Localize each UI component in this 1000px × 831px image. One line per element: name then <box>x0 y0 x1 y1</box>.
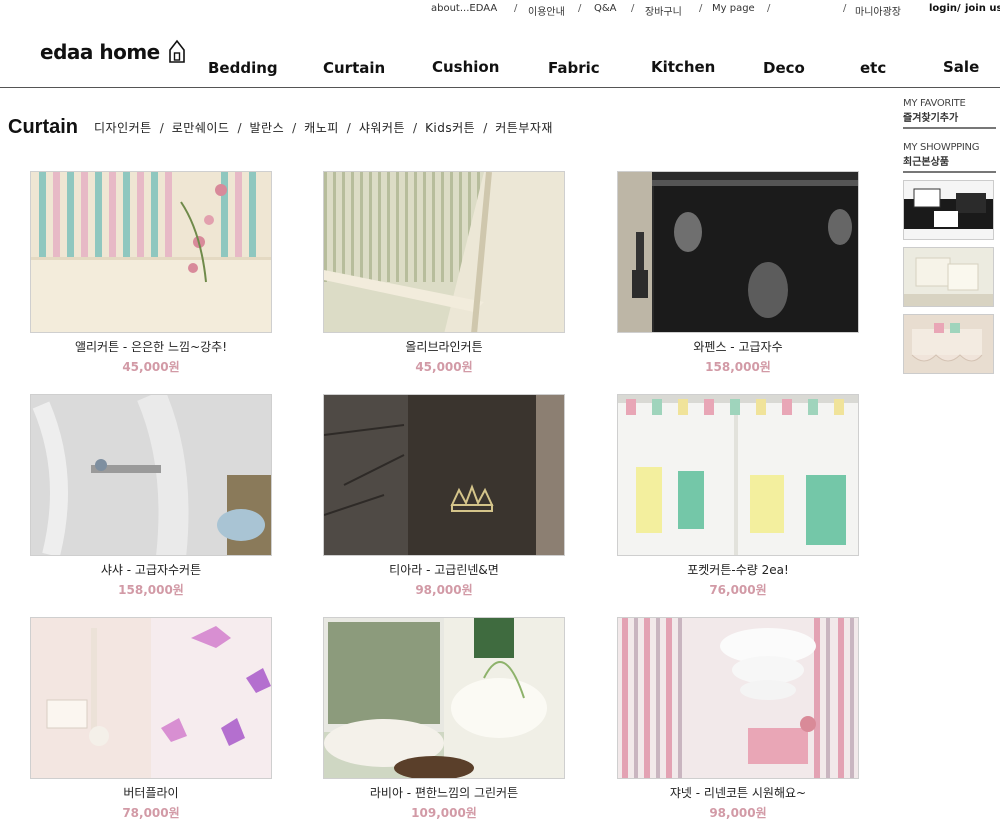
nav-sale[interactable]: Sale <box>943 58 979 76</box>
product-card: 쟈넷 - 리넨코튼 시원해요~ 98,000원 <box>617 617 859 821</box>
header-divider <box>0 87 1000 88</box>
nav-curtain[interactable]: Curtain <box>323 59 385 77</box>
subcategory-nav: 디자인커튼 / 로만쉐이드 / 발란스 / 캐노피 / 샤워커튼 / Kids커튼 / 커튼부자재 <box>94 119 553 136</box>
product-card: 앨리커튼 - 은은한 느낌~강추! 45,000원 <box>30 171 272 375</box>
product-name[interactable]: 앨리커튼 - 은은한 느낌~강추! <box>30 338 272 355</box>
sub-design-curtain[interactable]: 디자인커튼 <box>94 121 152 135</box>
recent-viewed-header: MY SHOWPPING 최근본상품 <box>903 142 996 168</box>
sub-canopy[interactable]: 캐노피 <box>304 121 339 135</box>
separator: / <box>699 3 703 14</box>
nav-deco[interactable]: Deco <box>763 59 805 77</box>
product-name[interactable]: 버터플라이 <box>30 784 272 801</box>
product-price: 109,000원 <box>411 806 477 820</box>
separator: / <box>237 121 242 135</box>
nav-etc[interactable]: etc <box>860 59 886 77</box>
product-card: 샤샤 - 고급자수커튼 158,000원 <box>30 394 272 598</box>
product-price: 78,000원 <box>122 806 180 820</box>
separator: / <box>957 3 961 14</box>
product-card: 티아라 - 고급린넨&면 98,000원 <box>323 394 565 598</box>
product-image[interactable] <box>323 394 565 556</box>
mania-link[interactable]: 마니아광장 <box>855 3 901 18</box>
sub-roman-shade[interactable]: 로만쉐이드 <box>172 121 230 135</box>
product-price: 45,000원 <box>415 360 473 374</box>
separator: / <box>767 3 771 14</box>
product-name[interactable]: 샤샤 - 고급자수커튼 <box>30 561 272 578</box>
product-image[interactable] <box>30 394 272 556</box>
product-price: 158,000원 <box>705 360 771 374</box>
product-name[interactable]: 쟈넷 - 리넨코튼 시원해요~ <box>617 784 859 801</box>
qna-link[interactable]: Q&A <box>594 3 617 14</box>
section-title: Curtain <box>8 116 78 138</box>
sub-curtain-accessories[interactable]: 커튼부자재 <box>495 121 553 135</box>
sub-kids-curtain[interactable]: Kids커튼 <box>425 121 475 135</box>
product-card: 포켓커튼-수량 2ea! 76,000원 <box>617 394 859 598</box>
separator: / <box>483 121 488 135</box>
top-utility-links: about...EDAA / 이용안내 / Q&A / 장바구니 / My pa… <box>0 3 1000 19</box>
favorite-label-ko: 즐겨찾기추가 <box>903 113 959 124</box>
separator: / <box>292 121 297 135</box>
guide-link[interactable]: 이용안내 <box>528 3 565 18</box>
side-divider <box>903 171 996 173</box>
nav-fabric[interactable]: Fabric <box>548 59 600 77</box>
about-link[interactable]: about...EDAA <box>431 3 497 14</box>
product-price: 45,000원 <box>122 360 180 374</box>
nav-bedding[interactable]: Bedding <box>208 59 278 77</box>
product-card: 라비아 - 편한느낌의 그린커튼 109,000원 <box>323 617 565 821</box>
separator: / <box>514 3 518 14</box>
product-image[interactable] <box>30 617 272 779</box>
sub-shower-curtain[interactable]: 샤워커튼 <box>359 121 405 135</box>
separator: / <box>413 121 418 135</box>
login-link[interactable]: login <box>929 3 957 14</box>
product-name[interactable]: 포켓커튼-수량 2ea! <box>617 561 859 578</box>
mypage-link[interactable]: My page <box>712 3 755 14</box>
product-image[interactable] <box>617 171 859 333</box>
cart-link[interactable]: 장바구니 <box>645 3 682 18</box>
product-price: 98,000원 <box>415 583 473 597</box>
sub-valance[interactable]: 발란스 <box>250 121 285 135</box>
separator: / <box>578 3 582 14</box>
favorite-label-en: MY FAVORITE <box>903 98 966 109</box>
shopping-label-ko: 최근본상품 <box>903 157 949 168</box>
product-card: 올리브라인커튼 45,000원 <box>323 171 565 375</box>
join-link[interactable]: join us <box>965 3 1000 14</box>
product-name[interactable]: 와펜스 - 고급자수 <box>617 338 859 355</box>
product-name[interactable]: 티아라 - 고급린넨&면 <box>323 561 565 578</box>
product-price: 158,000원 <box>118 583 184 597</box>
separator: / <box>346 121 351 135</box>
product-card: 버터플라이 78,000원 <box>30 617 272 821</box>
product-image[interactable] <box>323 171 565 333</box>
product-name[interactable]: 올리브라인커튼 <box>323 338 565 355</box>
nav-kitchen[interactable]: Kitchen <box>651 58 715 76</box>
product-image[interactable] <box>617 617 859 779</box>
side-panel: MY FAVORITE 즐겨찾기추가 MY SHOWPPING 최근본상품 <box>903 98 996 374</box>
product-image[interactable] <box>323 617 565 779</box>
product-card: 와펜스 - 고급자수 158,000원 <box>617 171 859 375</box>
product-price: 98,000원 <box>709 806 767 820</box>
separator: / <box>631 3 635 14</box>
product-image[interactable] <box>30 171 272 333</box>
separator: / <box>159 121 164 135</box>
recent-item-thumb[interactable] <box>903 314 994 374</box>
product-price: 76,000원 <box>709 583 767 597</box>
separator: / <box>843 3 847 14</box>
my-favorite-link[interactable]: MY FAVORITE 즐겨찾기추가 <box>903 98 996 124</box>
side-divider <box>903 127 996 129</box>
shopping-label-en: MY SHOWPPING <box>903 142 980 153</box>
recent-item-thumb[interactable] <box>903 247 994 307</box>
nav-cushion[interactable]: Cushion <box>432 58 499 76</box>
recent-item-thumb[interactable] <box>903 180 994 240</box>
main-nav: Bedding Curtain Cushion Fabric Kitchen D… <box>0 56 1000 80</box>
product-image[interactable] <box>617 394 859 556</box>
product-name[interactable]: 라비아 - 편한느낌의 그린커튼 <box>323 784 565 801</box>
